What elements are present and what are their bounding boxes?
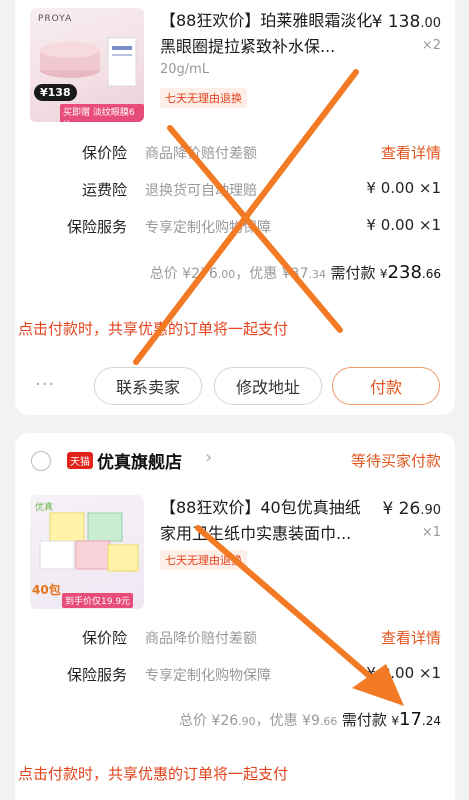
service-label-price-protection: 保价险 [81,144,127,162]
service-price-insurance: ¥ 0.00 ×1 [366,664,441,682]
product-price: ¥ 26.90 [382,499,441,519]
combined-payment-notice: 点击付款时，共享优惠的订单将一起支付 [18,765,289,783]
product-image-caption: 到手价仅19.9元 [62,593,134,608]
service-value-price-protection: 商品降价赔付差额 [145,631,257,647]
order-total-summary: 总价 ¥26.90，优惠 ¥9.66 需付款 ¥17.24 [178,709,441,730]
service-value-shipping-insurance: 退换货可自动理赔 [145,183,257,199]
combined-payment-notice: 点击付款时，共享优惠的订单将一起支付 [18,320,289,338]
service-label-insurance: 保险服务 [66,666,127,684]
service-value-price-protection: 商品降价赔付差额 [145,146,257,162]
product-title[interactable]: 【88狂欢价】40包优真抽纸家用卫生纸巾实惠装面巾... [160,495,375,547]
service-price-insurance: ¥ 0.00 ×1 [366,216,441,234]
product-title[interactable]: 【88狂欢价】珀莱雅眼霜淡化黑眼圈提拉紧致补水保... [160,8,375,60]
order-card-2: 天猫 优真旗舰店 › 等待买家付款 优真 40包 到手价仅19.9元 【88狂欢… [15,433,455,800]
order-status: 等待买家付款 [350,452,441,470]
product-image-tissue[interactable]: 优真 40包 到手价仅19.9元 [30,495,144,609]
product-price: ¥ 138.00 [371,12,441,32]
service-value-insurance: 专享定制化购物保障 [145,220,271,236]
shop-name[interactable]: 优真旗舰店 [97,448,182,473]
chevron-right-icon[interactable]: › [205,447,212,468]
order-total-summary: 总价 ¥276.00，优惠 ¥37.34 需付款 ¥238.66 [149,262,441,283]
service-label-insurance: 保险服务 [66,218,127,236]
product-quantity: ×1 [421,525,441,540]
product-image-price-badge: ¥138 [34,84,77,101]
product-image-eye-cream[interactable]: PROYA ¥138 买即赠 淡纹眼膜6片 [30,8,144,122]
contact-seller-button[interactable]: 联系卖家 [94,367,202,405]
order-select-checkbox[interactable] [31,451,51,471]
product-spec: 20g/mL [160,62,210,77]
return-policy-tag: 七天无理由退换 [160,550,247,570]
order-card-1: PROYA ¥138 买即赠 淡纹眼膜6片 【88狂欢价】珀莱雅眼霜淡化黑眼圈提… [15,0,455,415]
pay-button[interactable]: 付款 [332,367,440,405]
more-actions-button[interactable]: ··· [35,374,55,395]
tmall-badge: 天猫 [67,452,93,469]
product-quantity: ×2 [421,38,441,53]
service-value-insurance: 专享定制化购物保障 [145,668,271,684]
view-details-link[interactable]: 查看详情 [381,142,441,163]
service-label-price-protection: 保价险 [81,629,127,647]
modify-address-button[interactable]: 修改地址 [214,367,322,405]
service-price-shipping-insurance: ¥ 0.00 ×1 [366,179,441,197]
product-image-count: 40包 [32,583,61,597]
return-policy-tag: 七天无理由退换 [160,88,247,108]
view-details-link[interactable]: 查看详情 [381,627,441,648]
product-image-caption: 买即赠 淡纹眼膜6片 [60,104,144,122]
service-label-shipping-insurance: 运费险 [81,181,127,199]
